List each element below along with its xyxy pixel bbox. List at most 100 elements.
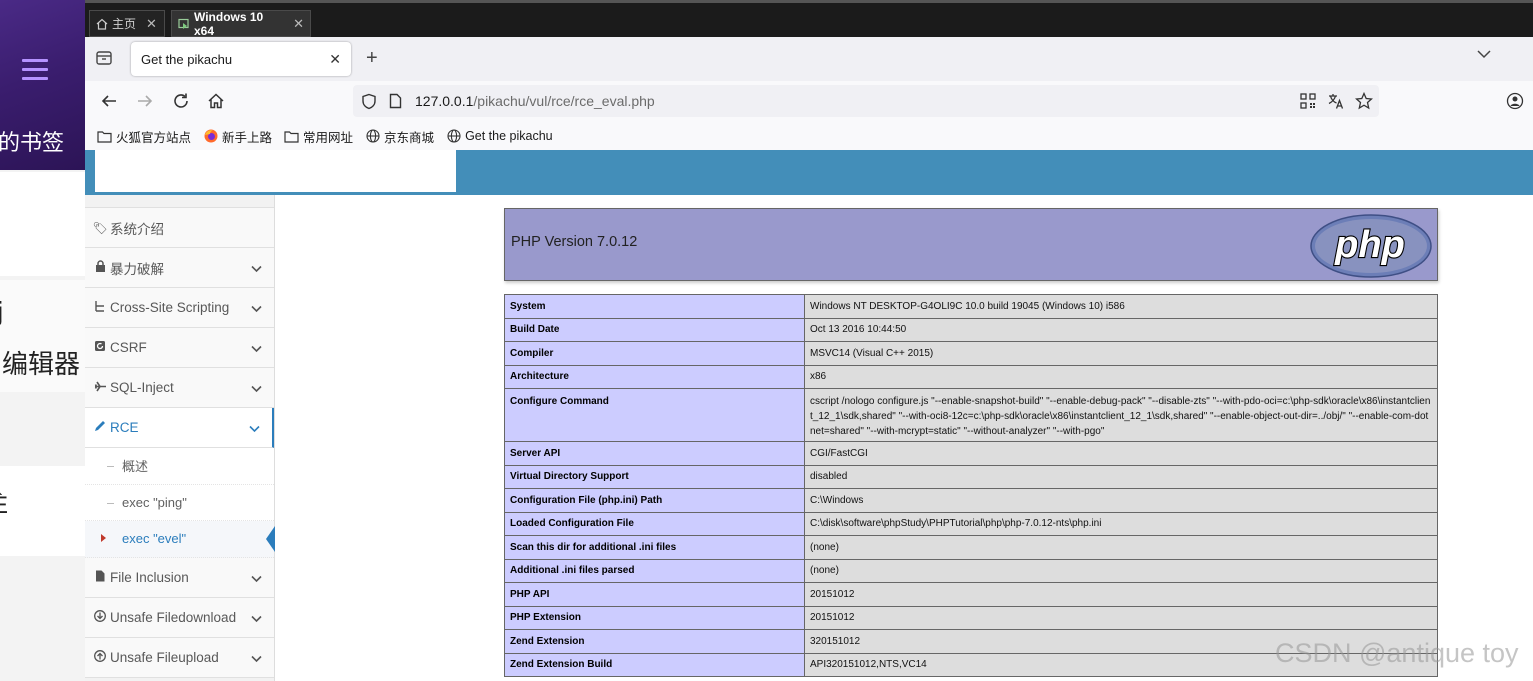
sidebar-subitem-overview[interactable]: 概述	[85, 448, 274, 485]
vm-tab-label: Windows 10 x64	[194, 9, 264, 38]
account-icon[interactable]	[1505, 91, 1525, 111]
plane-icon	[92, 381, 108, 395]
table-value-cell: 20151012	[804, 605, 1438, 630]
background-app-card	[0, 466, 85, 556]
chevron-down-icon	[251, 341, 262, 356]
url-bar-actions	[1299, 91, 1374, 113]
bookmark-label: 常用网址	[303, 130, 354, 145]
sidebar-item-file-inclusion[interactable]: File Inclusion	[85, 557, 274, 598]
close-tab-icon[interactable]: ✕	[329, 51, 341, 68]
table-value-cell: (none)	[804, 535, 1438, 560]
file-icon	[92, 570, 108, 585]
sidebar-item-intro[interactable]: 🏷 系统介绍	[85, 208, 274, 248]
bookmark-item[interactable]: 新手上路	[203, 127, 272, 146]
close-icon[interactable]: ✕	[146, 16, 157, 32]
home-icon[interactable]	[206, 91, 226, 111]
table-key-cell: Configuration File (php.ini) Path	[504, 488, 805, 513]
sidebar-subitem-exec-evel[interactable]: exec "evel"	[85, 521, 275, 558]
hamburger-menu-icon[interactable]	[22, 59, 48, 81]
table-row: Configure Command cscript /nologo configu…	[504, 388, 1438, 442]
background-app-editor-text: 编辑器	[2, 349, 81, 379]
table-row: Virtual Directory Support disabled	[504, 464, 1438, 489]
table-value-cell: C:\Windows	[804, 488, 1438, 513]
reload-icon[interactable]	[171, 91, 191, 111]
vm-icon	[178, 18, 190, 30]
sidebar-item-csrf[interactable]: CSRF	[85, 328, 274, 368]
table-row: Additional .ini files parsed (none)	[504, 558, 1438, 583]
background-app-fragment-text: È	[0, 492, 9, 519]
sidebar-item-label: 系统介绍	[110, 221, 164, 237]
firefox-icon	[203, 129, 218, 143]
download-icon	[92, 609, 108, 625]
sidebar-item-label: File Inclusion	[110, 569, 189, 585]
table-row: Build Date Oct 13 2016 10:44:50	[504, 317, 1438, 342]
table-row: Architecture x86	[504, 364, 1438, 389]
new-tab-plus-icon[interactable]: +	[366, 47, 378, 70]
star-bookmark-icon[interactable]	[1354, 91, 1374, 113]
back-arrow-icon[interactable]	[99, 91, 119, 111]
table-key-cell: System	[504, 294, 805, 319]
close-icon[interactable]: ✕	[293, 16, 304, 32]
sidebar-item-label: Unsafe Filedownload	[110, 609, 237, 625]
background-app-glyph-text: j	[0, 296, 3, 327]
pencil-icon	[92, 420, 108, 435]
bookmark-item[interactable]: 常用网址	[284, 127, 353, 146]
sidebar-subitem-exec-ping[interactable]: exec "ping"	[85, 484, 274, 521]
sidebar-item-label: SQL-Inject	[110, 380, 174, 395]
browser-tab-active[interactable]: Get the pikachu ✕	[131, 42, 351, 76]
page-header-bar	[85, 150, 1533, 195]
url-text[interactable]: 127.0.0.1/pikachu/vul/rce/rce_eval.php	[415, 93, 655, 109]
sidebar-item-label: Unsafe Fileupload	[110, 649, 219, 665]
table-row: Server API CGI/FastCGI	[504, 441, 1438, 466]
main-content: PHP Version 7.0.12 php System Windows NT …	[275, 195, 1533, 681]
php-version-title: PHP Version 7.0.12	[511, 234, 638, 250]
table-value-cell: disabled	[804, 464, 1438, 489]
sidebar-item-sqli[interactable]: SQL-Inject	[85, 368, 274, 408]
table-key-cell: PHP API	[504, 582, 805, 607]
bookmark-item[interactable]: 京东商城	[365, 127, 434, 146]
home-icon	[96, 18, 108, 30]
bookmark-item[interactable]: Get the pikachu	[446, 129, 553, 143]
phpinfo-table: System Windows NT DESKTOP-G4OLI9C 10.0 bu…	[504, 294, 1438, 677]
table-row: Loaded Configuration File C:\disk\softwar…	[504, 511, 1438, 536]
table-value-cell: Windows NT DESKTOP-G4OLI9C 10.0 build 19…	[804, 294, 1438, 319]
qr-code-icon[interactable]	[1299, 92, 1317, 113]
shield-icon[interactable]	[361, 93, 377, 113]
page-icon[interactable]	[389, 93, 402, 112]
vm-tab-label: 主页	[112, 17, 137, 31]
firefox-view-icon[interactable]	[95, 50, 113, 69]
background-app-card	[0, 172, 85, 276]
sidebar-item-fileupload[interactable]: Unsafe Fileupload	[85, 637, 274, 678]
lock-icon	[92, 260, 108, 275]
sidebar-item-label: 暴力破解	[110, 261, 164, 277]
sidebar-item-label: Cross-Site Scripting	[110, 300, 230, 315]
sidebar-subitem-label: 概述	[122, 459, 149, 475]
web-page: 🏷 系统介绍 暴力破解 Cross-Site Scripting CSRF SQ…	[85, 150, 1533, 681]
sidebar-item-bruteforce[interactable]: 暴力破解	[85, 248, 274, 288]
table-key-cell: Zend Extension	[504, 629, 805, 654]
globe-icon	[365, 129, 380, 143]
sidebar-item-rce[interactable]: RCE	[85, 408, 274, 448]
url-path: /pikachu/vul/rce/rce_eval.php	[473, 93, 655, 109]
url-bar[interactable]: 127.0.0.1/pikachu/vul/rce/rce_eval.php	[353, 85, 1379, 117]
chevron-down-icon	[251, 651, 262, 666]
vm-tab-home[interactable]: 主页 ✕	[89, 10, 165, 37]
chevron-down-icon[interactable]	[1477, 47, 1491, 62]
bookmark-label: Get the pikachu	[465, 129, 553, 143]
table-key-cell: Compiler	[504, 341, 805, 366]
translate-icon[interactable]	[1327, 92, 1345, 113]
table-row: Scan this dir for additional .ini files(…	[504, 535, 1438, 560]
forward-arrow-icon[interactable]	[135, 91, 155, 111]
sidebar-item-filedownload[interactable]: Unsafe Filedownload	[85, 597, 274, 638]
table-key-cell: Build Date	[504, 317, 805, 342]
table-key-cell: Architecture	[504, 364, 805, 389]
php-logo[interactable]: php	[1310, 214, 1432, 278]
table-value-cell: MSVC14 (Visual C++ 2015)	[804, 341, 1438, 366]
sidebar-item-xss[interactable]: Cross-Site Scripting	[85, 288, 274, 328]
vm-tab-windows[interactable]: Windows 10 x64 ✕	[171, 9, 311, 38]
vm-tab-bar: 主页 ✕ Windows 10 x64 ✕	[85, 0, 1533, 38]
table-row: PHP Extension 20151012	[504, 605, 1438, 630]
bookmark-item[interactable]: 火狐官方站点	[97, 127, 191, 146]
table-key-cell: Server API	[504, 441, 805, 466]
sidebar-item-label: CSRF	[110, 340, 147, 355]
